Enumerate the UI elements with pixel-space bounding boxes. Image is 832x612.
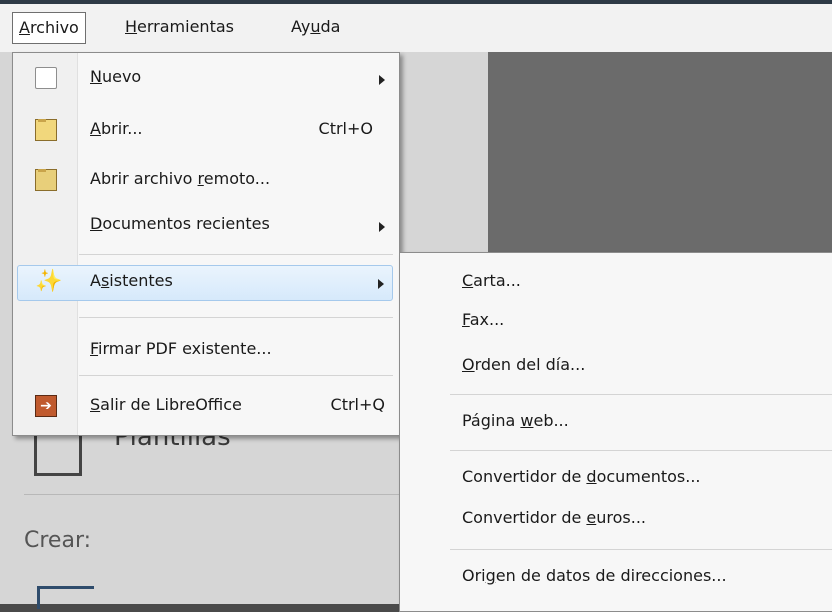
exit-icon: ➔ xyxy=(35,395,57,417)
menu-item-firmar-pdf[interactable]: Firmar PDF existente... xyxy=(13,333,399,369)
wizards-submenu: Carta... Fax... Orden del día... Página … xyxy=(399,252,832,612)
remote-folder-icon xyxy=(35,169,57,191)
recent-documents-area xyxy=(488,52,832,252)
menu-icon-gutter xyxy=(13,53,78,435)
menu-ayuda[interactable]: Ayuda xyxy=(285,12,346,44)
menu-item-asistentes[interactable]: ✨ Asistentes xyxy=(17,265,393,301)
submenu-arrow-icon xyxy=(379,222,385,232)
submenu-arrow-icon xyxy=(378,279,384,289)
writer-document-icon[interactable] xyxy=(37,586,94,609)
menu-item-convertidor-euros[interactable]: Convertidor de euros... xyxy=(462,508,646,538)
menu-separator xyxy=(79,375,393,376)
shortcut-label: Ctrl+O xyxy=(318,119,373,138)
file-menu: Nuevo Abrir... Ctrl+O Abrir archivo remo… xyxy=(12,52,400,436)
menu-item-abrir-remoto[interactable]: Abrir archivo remoto... xyxy=(13,163,399,199)
open-folder-icon xyxy=(35,119,57,141)
menu-separator xyxy=(79,317,393,318)
menu-herramientas[interactable]: Herramientas xyxy=(119,12,240,44)
menu-item-salir[interactable]: ➔ Salir de LibreOffice Ctrl+Q xyxy=(13,389,399,425)
menu-item-carta[interactable]: Carta... xyxy=(462,271,521,301)
menu-separator xyxy=(450,394,832,395)
shortcut-label: Ctrl+Q xyxy=(330,395,385,414)
menu-item-abrir[interactable]: Abrir... Ctrl+O xyxy=(13,113,399,149)
templates-icon xyxy=(34,432,82,476)
menu-item-documentos-recientes[interactable]: Documentos recientes xyxy=(13,208,399,244)
menu-separator xyxy=(450,549,832,550)
menu-item-pagina-web[interactable]: Página web... xyxy=(462,411,569,441)
menu-item-convertidor-documentos[interactable]: Convertidor de documentos... xyxy=(462,467,701,497)
wizard-wand-icon: ✨ xyxy=(35,269,63,294)
submenu-arrow-icon xyxy=(379,75,385,85)
menu-bar: Archivo Herramientas Ayuda xyxy=(0,0,832,52)
menu-separator xyxy=(450,450,832,451)
new-document-icon xyxy=(35,67,57,89)
menu-item-fax[interactable]: Fax... xyxy=(462,310,504,340)
menu-separator xyxy=(79,254,393,255)
menu-archivo[interactable]: Archivo xyxy=(12,12,86,44)
menu-item-nuevo[interactable]: Nuevo xyxy=(13,61,399,97)
create-heading: Crear: xyxy=(24,528,92,553)
menu-item-origen-datos-direcciones[interactable]: Origen de datos de direcciones... xyxy=(462,566,727,596)
menu-item-orden-del-dia[interactable]: Orden del día... xyxy=(462,355,585,385)
